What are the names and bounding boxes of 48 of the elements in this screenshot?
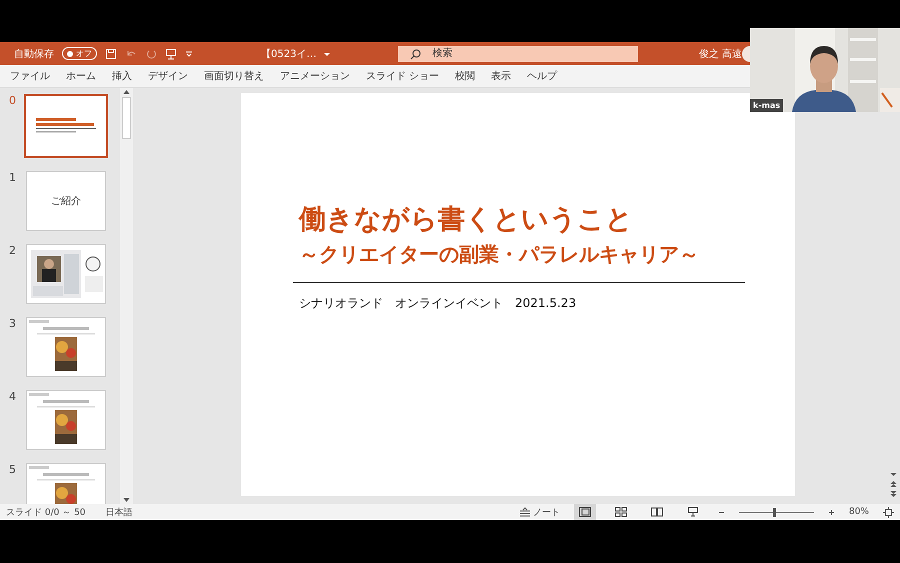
save-icon[interactable] — [105, 48, 117, 60]
menu-tab[interactable]: 挿入 — [112, 69, 142, 83]
menu-tab[interactable]: ヘルプ — [527, 69, 568, 83]
slide-number: 3 — [9, 317, 17, 330]
menu-tab[interactable]: デザイン — [148, 69, 198, 83]
autosave-toggle[interactable]: オフ — [62, 47, 97, 60]
menu-tab[interactable]: 画面切り替え — [204, 69, 274, 83]
notes-icon[interactable] — [518, 507, 531, 517]
menu-tab[interactable]: スライド ショー — [366, 69, 450, 83]
user-name[interactable]: 俊之 高遠 — [698, 46, 742, 60]
zoom-level[interactable]: 80% — [848, 507, 869, 517]
zoom-in-icon[interactable] — [828, 508, 835, 516]
menu-tab[interactable]: アニメーション — [280, 69, 360, 83]
slide-number: 4 — [9, 390, 17, 403]
slide-number: 5 — [9, 463, 17, 476]
slide-number: 2 — [9, 244, 17, 257]
normal-view-icon[interactable] — [578, 507, 591, 517]
book-icon[interactable] — [650, 507, 663, 517]
slide-count: スライド 0/0 ～ 50 — [6, 506, 86, 518]
slide-thumbnail[interactable] — [24, 94, 108, 158]
autosave-label: 自動保存 — [14, 48, 54, 60]
slide-thumbnail[interactable]: ご紹介 — [26, 171, 106, 231]
slide-subtitle: ～クリエイターの副業・パラレルキャリア～ — [299, 241, 700, 268]
normal-view-button[interactable] — [574, 504, 596, 520]
search-icon — [410, 48, 422, 60]
grid-icon[interactable] — [614, 507, 627, 517]
notes-button[interactable]: ノート — [518, 506, 560, 518]
fit-to-window-icon[interactable] — [883, 506, 894, 518]
slide-number: 0 — [9, 94, 17, 107]
scrollbar-thumb[interactable] — [122, 97, 131, 139]
language-label[interactable]: 日本語 — [106, 506, 133, 518]
next-slide-icon[interactable] — [889, 490, 898, 498]
slide-number: 1 — [9, 171, 17, 184]
menu-tab[interactable]: ファイル — [10, 69, 60, 83]
presentation-icon[interactable] — [686, 507, 699, 517]
slide-title: 働きながら書くということ — [299, 203, 634, 237]
presentation-icon[interactable] — [165, 48, 177, 60]
menu-tab[interactable]: 表示 — [491, 69, 522, 83]
document-title[interactable]: 【0523イ… — [261, 46, 316, 60]
slide-caption: シナリオランド オンラインイベント 2021.5.23 — [299, 295, 578, 312]
participant-name: k-mas — [750, 99, 784, 112]
menu-tab[interactable]: ホーム — [66, 69, 106, 83]
search-field[interactable]: 検索 — [398, 46, 638, 62]
slide-thumbnail-text: ご紹介 — [51, 195, 81, 208]
menu-tab[interactable]: 校閲 — [455, 69, 486, 83]
zoom-slider-thumb[interactable] — [772, 508, 776, 516]
scroll-down-icon[interactable] — [889, 471, 898, 478]
previous-slide-icon[interactable] — [889, 480, 898, 488]
